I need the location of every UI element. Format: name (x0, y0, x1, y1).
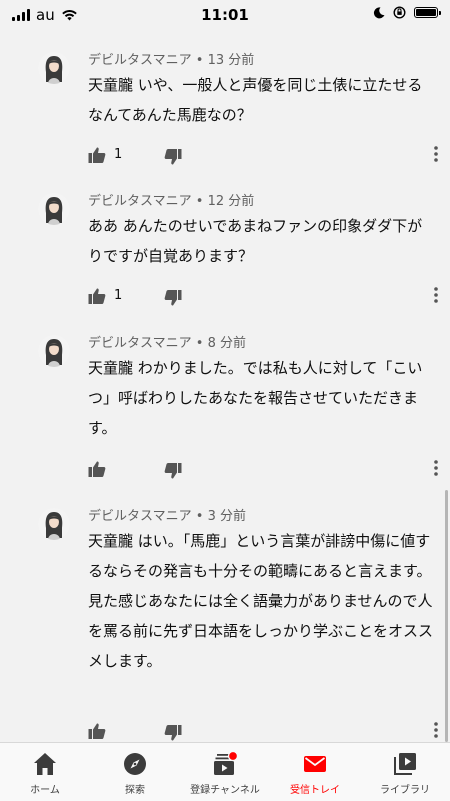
comment-actions (88, 720, 440, 742)
scrollbar[interactable] (445, 490, 448, 742)
comment-text: ああ あんたのせいであまねファンの印象ダダ下がりですが自覚あります？ (88, 211, 433, 271)
battery-icon (414, 7, 441, 18)
comment-text: 天童朧 いや、一般人と声優を同じ土俵に立たせるなんてあんた馬鹿なの？ (88, 70, 433, 130)
avatar[interactable] (38, 335, 70, 367)
comment-time: 8 分前 (207, 336, 246, 351)
avatar[interactable] (38, 52, 70, 84)
comment-paragraph: 天童朧 はい。「馬鹿」という言葉が誹謗中傷に値するならその発言も十分その範疇にあ… (88, 532, 432, 580)
meta-separator: • (195, 53, 204, 68)
meta-separator: • (195, 194, 204, 209)
comment-actions: 1 (88, 285, 440, 307)
comment-paragraph: 見た感じあなたには全く語彙力がありませんので人を罵る前に先ず日本語をしっかり学ぶ… (88, 592, 434, 670)
like-icon[interactable] (88, 460, 106, 478)
nav-label: 受信トレイ (290, 785, 340, 796)
comment-author[interactable]: デビルタスマニア (88, 53, 192, 68)
like-icon[interactable] (88, 287, 106, 305)
comment-author[interactable]: デビルタスマニア (88, 336, 192, 351)
more-options-icon[interactable] (432, 458, 440, 478)
avatar[interactable] (38, 193, 70, 225)
inbox-icon (304, 756, 326, 772)
orientation-lock-icon (393, 6, 406, 19)
subscriptions-icon (214, 750, 239, 775)
comment-actions: 1 (88, 144, 440, 166)
more-options-icon[interactable] (432, 720, 440, 740)
meta-separator: • (195, 509, 204, 524)
home-icon (34, 753, 56, 775)
nav-item-subscriptions[interactable]: 登録チャンネル (180, 743, 270, 801)
comment-paragraph: 天童朧 いや、一般人と声優を同じ土俵に立たせるなんてあんた馬鹿なの？ (88, 76, 423, 124)
nav-item-home[interactable]: ホーム (0, 743, 90, 801)
like-icon[interactable] (88, 146, 106, 164)
nav-label: ホーム (30, 785, 60, 796)
comment-actions (88, 458, 440, 480)
like-count: 1 (114, 147, 123, 162)
avatar[interactable] (38, 508, 70, 540)
comment-meta: デビルタスマニア • 8 分前 (88, 335, 246, 353)
comment-list[interactable]: デビルタスマニア • 13 分前 天童朧 いや、一般人と声優を同じ土俵に立たせる… (0, 30, 450, 742)
nav-item-explore[interactable]: 探索 (90, 743, 180, 801)
more-options-icon[interactable] (432, 285, 440, 305)
nav-label: 探索 (125, 785, 145, 796)
comment-time: 3 分前 (207, 509, 246, 524)
comment-time: 12 分前 (207, 194, 255, 209)
comment-time: 13 分前 (207, 53, 255, 68)
explore-icon (124, 753, 146, 775)
nav-label: 登録チャンネル (190, 785, 260, 796)
nav-label: ライブラリ (380, 785, 430, 796)
comment-text: 天童朧 わかりました。では私も人に対して「こいつ」呼ばわりしたあなたを報告させて… (88, 353, 433, 443)
dislike-icon[interactable] (164, 462, 182, 480)
meta-separator: • (195, 336, 204, 351)
comment-text: 天童朧 はい。「馬鹿」という言葉が誹謗中傷に値するならその発言も十分その範疇にあ… (88, 526, 433, 676)
nav-item-library[interactable]: ライブラリ (360, 743, 450, 801)
more-options-icon[interactable] (432, 144, 440, 164)
comment-paragraph: 天童朧 わかりました。では私も人に対して「こいつ」呼ばわりしたあなたを報告させて… (88, 359, 423, 437)
status-bar: au 11:01 (0, 0, 450, 30)
comment-paragraph: ああ あんたのせいであまねファンの印象ダダ下がりですが自覚あります？ (88, 217, 423, 265)
comment-meta: デビルタスマニア • 13 分前 (88, 52, 254, 70)
comment-meta: デビルタスマニア • 12 分前 (88, 193, 254, 211)
dislike-icon[interactable] (164, 289, 182, 307)
like-count: 1 (114, 288, 123, 303)
library-icon (394, 753, 416, 775)
dislike-icon[interactable] (164, 724, 182, 742)
bottom-navigation: ホーム 探索 登録チャンネル 受信トレイ ライブラリ (0, 742, 450, 801)
status-right (373, 6, 441, 19)
comment-author[interactable]: デビルタスマニア (88, 509, 192, 524)
nav-item-inbox[interactable]: 受信トレイ (270, 743, 360, 801)
dislike-icon[interactable] (164, 148, 182, 166)
comment-author[interactable]: デビルタスマニア (88, 194, 192, 209)
like-icon[interactable] (88, 722, 106, 740)
moon-icon (373, 6, 385, 18)
comment-meta: デビルタスマニア • 3 分前 (88, 508, 246, 526)
